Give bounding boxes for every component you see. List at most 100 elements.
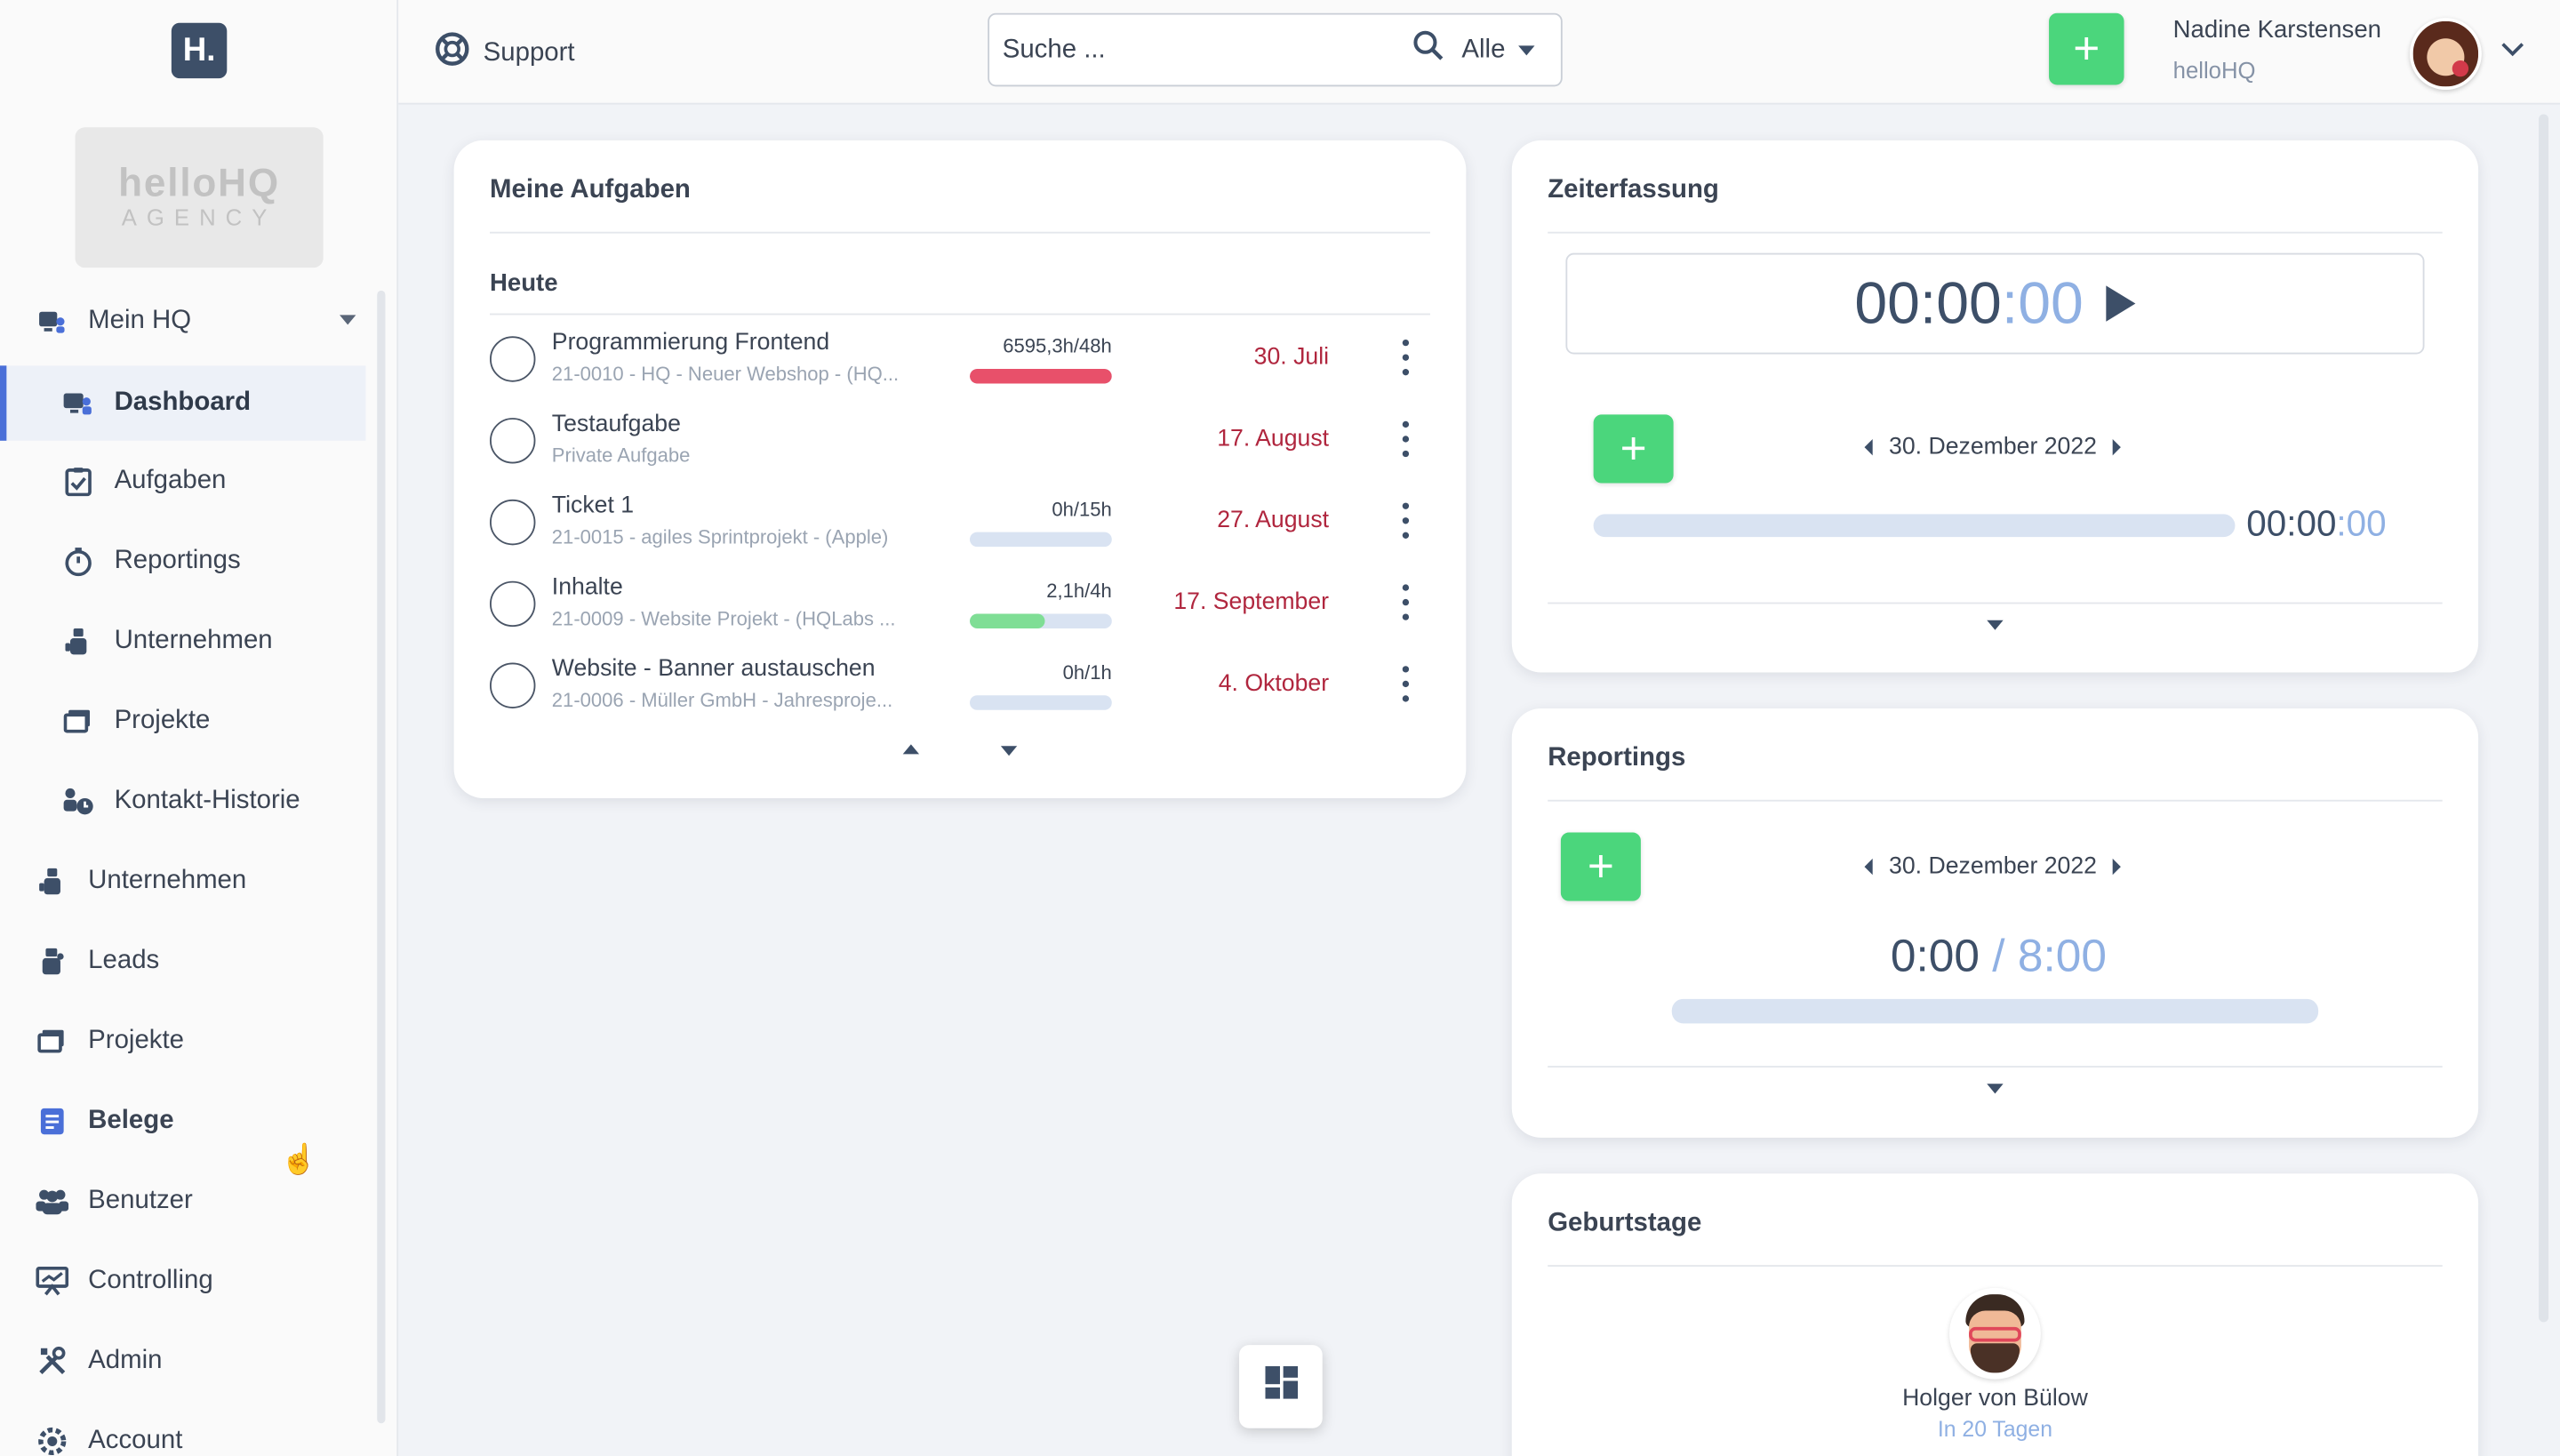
support-label: Support [483,38,575,67]
add-time-entry-button[interactable]: + [1593,414,1674,484]
previous-day-icon[interactable] [1864,858,1873,876]
timer-display[interactable]: 00:00:00 [1565,252,2425,355]
time-date: 30. Dezember 2022 [1889,434,2097,460]
task-complete-checkbox[interactable] [490,580,536,628]
task-row[interactable]: Website - Banner austauschen 21-0006 - Mü… [490,652,1434,733]
birthdays-card-title: Geburtstage [1548,1209,1702,1237]
user-org: helloHQ [2172,57,2256,84]
more-options-icon[interactable] [1401,420,1411,458]
sidebar-item-label: Belege [88,1107,174,1135]
birthday-name: Holger von Bülow [1902,1386,2088,1412]
birthday-avatar[interactable] [1949,1287,2041,1380]
sidebar-item-aufgaben[interactable]: Aufgaben [0,445,365,517]
page-scrollbar[interactable] [2539,114,2549,1323]
task-row[interactable]: Ticket 1 21-0015 - agiles Sprintprojekt -… [490,488,1434,570]
sidebar-item-label: Unternehmen [114,627,273,655]
previous-day-icon[interactable] [1864,438,1873,456]
task-complete-checkbox[interactable] [490,662,536,708]
task-due-date: 30. Juli [1253,344,1330,371]
user-avatar[interactable] [2409,18,2482,90]
scroll-up-icon[interactable] [902,744,920,755]
sidebar-item-dashboard[interactable]: Dashboard [0,365,366,441]
divider [1548,602,2443,604]
divider [1548,231,2443,234]
app-root: H. helloHQ AGENCY Mein HQ Dashboard Aufg… [0,0,2560,1456]
add-reporting-button[interactable]: + [1560,832,1641,901]
sidebar-item-label: Controlling [88,1266,213,1295]
task-complete-checkbox[interactable] [490,336,536,382]
reportings-total: 0:00 / 8:00 [1891,931,2107,983]
task-hours: 2,1h/4h [1046,579,1112,603]
leads-icon [36,945,68,978]
sidebar-item-unternehmen[interactable]: Unternehmen [0,845,365,917]
sidebar-item-unternehmen-sub[interactable]: Unternehmen [0,605,365,677]
reportings-date-nav: 30. Dezember 2022 [1864,853,2122,880]
agency-logo-line2: AGENCY [121,204,277,230]
task-row[interactable]: Inhalte 21-0009 - Website Projekt - (HQLa… [490,570,1434,652]
lifebuoy-icon [435,31,470,76]
contacts-history-icon [62,785,95,818]
agency-logo: helloHQ AGENCY [75,127,324,268]
more-options-icon[interactable] [1401,502,1411,539]
task-project: 21-0009 - Website Projekt - (HQLabs ... [551,607,896,630]
task-name[interactable]: Testaufgabe [552,412,681,437]
sidebar-item-projekte[interactable]: Projekte [0,1005,365,1077]
grid-icon [1264,1365,1298,1407]
task-row[interactable]: Testaufgabe Private Aufgabe 17. August [490,406,1434,488]
sidebar-item-admin[interactable]: Admin [0,1325,365,1397]
sidebar-item-leads[interactable]: Leads [0,925,365,997]
task-name[interactable]: Inhalte [552,574,623,600]
expand-icon[interactable] [1987,620,2004,630]
sidebar-item-mein-hq[interactable]: Mein HQ [0,285,365,357]
sidebar-item-label: Aufgaben [114,467,227,495]
reportings-card: Reportings + 30. Dezember 2022 0:00 / 8:… [1511,708,2479,1138]
task-name[interactable]: Ticket 1 [552,493,634,519]
task-progress-bar [969,369,1112,384]
task-name[interactable]: Programmierung Frontend [552,330,829,356]
task-name[interactable]: Website - Banner austauschen [552,656,876,682]
task-due-date: 17. September [1173,588,1330,616]
task-complete-checkbox[interactable] [490,499,536,546]
sidebar-item-projekte-sub[interactable]: Projekte [0,685,365,757]
chevron-down-icon[interactable] [2501,36,2524,61]
sidebar-item-label: Reportings [114,547,241,575]
more-options-icon[interactable] [1401,584,1411,620]
search-scope-select[interactable]: Alle [1461,35,1505,64]
task-row[interactable]: Programmierung Frontend 21-0010 - HQ - Ne… [490,324,1434,406]
hand-cursor-icon: ☝ [280,1142,318,1176]
more-options-icon[interactable] [1401,666,1411,702]
company-icon [62,625,95,658]
play-icon[interactable] [2106,285,2136,322]
scroll-down-icon[interactable] [1000,746,1018,756]
hq-logo[interactable]: H. [171,22,228,79]
sidebar-item-label: Projekte [88,1027,185,1055]
sidebar-scrollbar[interactable] [377,290,386,1424]
task-complete-checkbox[interactable] [490,418,536,464]
agency-logo-line1: helloHQ [118,161,280,206]
divider [490,313,1430,316]
company-icon [36,865,68,898]
dashboard-icon [62,387,95,420]
next-day-icon[interactable] [2113,438,2122,456]
search-icon[interactable] [1412,29,1445,70]
task-progress-bar [969,695,1112,710]
chevron-down-icon[interactable] [1518,44,1535,55]
sidebar-item-account[interactable]: Account [0,1405,365,1456]
task-progress-bar [969,613,1112,628]
sidebar-item-kontakt-historie[interactable]: Kontakt-Historie [0,765,365,837]
more-options-icon[interactable] [1401,339,1411,376]
quick-add-button[interactable]: + [2049,12,2124,85]
divider [490,231,1430,234]
sidebar-item-label: Unternehmen [88,867,247,895]
dashboard-layout-button[interactable] [1239,1345,1323,1428]
search-field[interactable]: Suche ... Alle [988,12,1563,87]
reportings-progress-bar [1671,998,2319,1024]
search-input[interactable]: Suche ... [1003,35,1413,64]
expand-icon[interactable] [1987,1084,2004,1094]
user-name: Nadine Karstensen [2172,16,2381,44]
sidebar-item-reportings[interactable]: Reportings [0,525,365,597]
next-day-icon[interactable] [2113,858,2122,876]
divider [1548,1066,2443,1068]
support-link[interactable]: Support [435,31,575,76]
sidebar-item-controlling[interactable]: Controlling [0,1245,365,1317]
